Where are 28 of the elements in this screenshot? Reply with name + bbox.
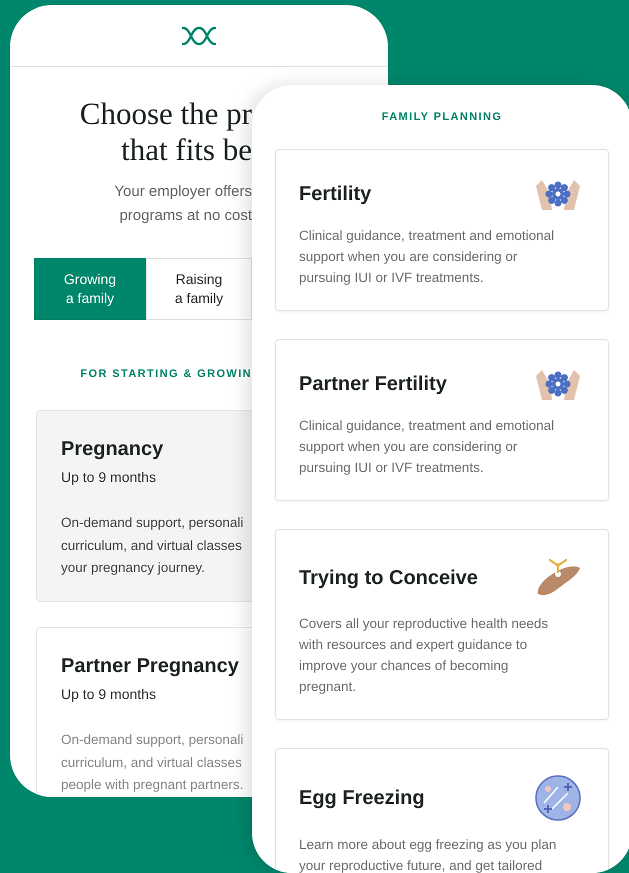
program-card[interactable]: Pregnancy Up to 9 months On-demand support, personali curriculum, and virtual classes your pregnancy journey. [36, 410, 252, 602]
card-title: Partner Pregnancy [61, 654, 240, 679]
card-title: Egg Freezing [299, 786, 425, 811]
logo-icon [181, 26, 217, 46]
program-card[interactable]: Partner Pregnancy Up to 9 months On-demand support, personali curriculum, and virtual classes people with pregnant partners. [36, 627, 252, 797]
card-title: Partner Fertility [299, 372, 447, 397]
card-description: On-demand support, personali curriculum, and virtual classes your pregnancy journey. [61, 514, 244, 577]
section-label: FOR STARTING & GROWIN [79, 368, 252, 380]
page-heading: that fits be [120, 132, 252, 168]
tab[interactable]: Raising a family [146, 258, 252, 320]
section-label: FAMILY PLANNING [380, 111, 504, 123]
duration-text: Up to 9 months [61, 685, 157, 704]
card-title: Fertility [299, 182, 372, 207]
program-card[interactable]: Trying to Conceive Covers all your reproductive health needs with resources and expert guidance to improve your chances of becoming pregnant. [275, 529, 609, 720]
card-description: Clinical guidance, treatment and emotional support when you are considering or pursuing IUI or IVF treatments. [299, 227, 556, 287]
card-description: On-demand support, personali curriculum, and virtual classes people with pregnant partners. [61, 731, 244, 794]
card-description: Learn more about egg freezing as you plan your reproductive future, and get tailored [299, 836, 558, 873]
card-description: Clinical guidance, treatment and emotional support when you are considering or pursuing IUI or IVF treatments. [299, 417, 556, 477]
intro-text: Your employer offers programs at no cost [113, 182, 252, 226]
card-title: Trying to Conceive [299, 566, 478, 591]
duration-text: Up to 9 months [61, 468, 157, 487]
card-description: Covers all your reproductive health needs with resources and expert guidance to improve your chances of becoming pregnant. [299, 615, 550, 696]
program-card[interactable]: Partner Fertility Clinical guidance, treatment and emotional support when you are considering or pursuing IUI or IVF treatments. [275, 339, 609, 501]
program-card[interactable]: Egg Freezing Learn more about egg freezing as you plan your reproductive future, and get tailored [275, 748, 609, 873]
card-title: Pregnancy [61, 437, 164, 462]
tab[interactable]: Growing a family [34, 258, 146, 320]
page-heading: Choose the pr [78, 96, 252, 132]
program-card[interactable]: Fertility Clinical guidance, treatment and emotional support when you are considering or pursuing IUI or IVF treatments. [275, 149, 609, 311]
